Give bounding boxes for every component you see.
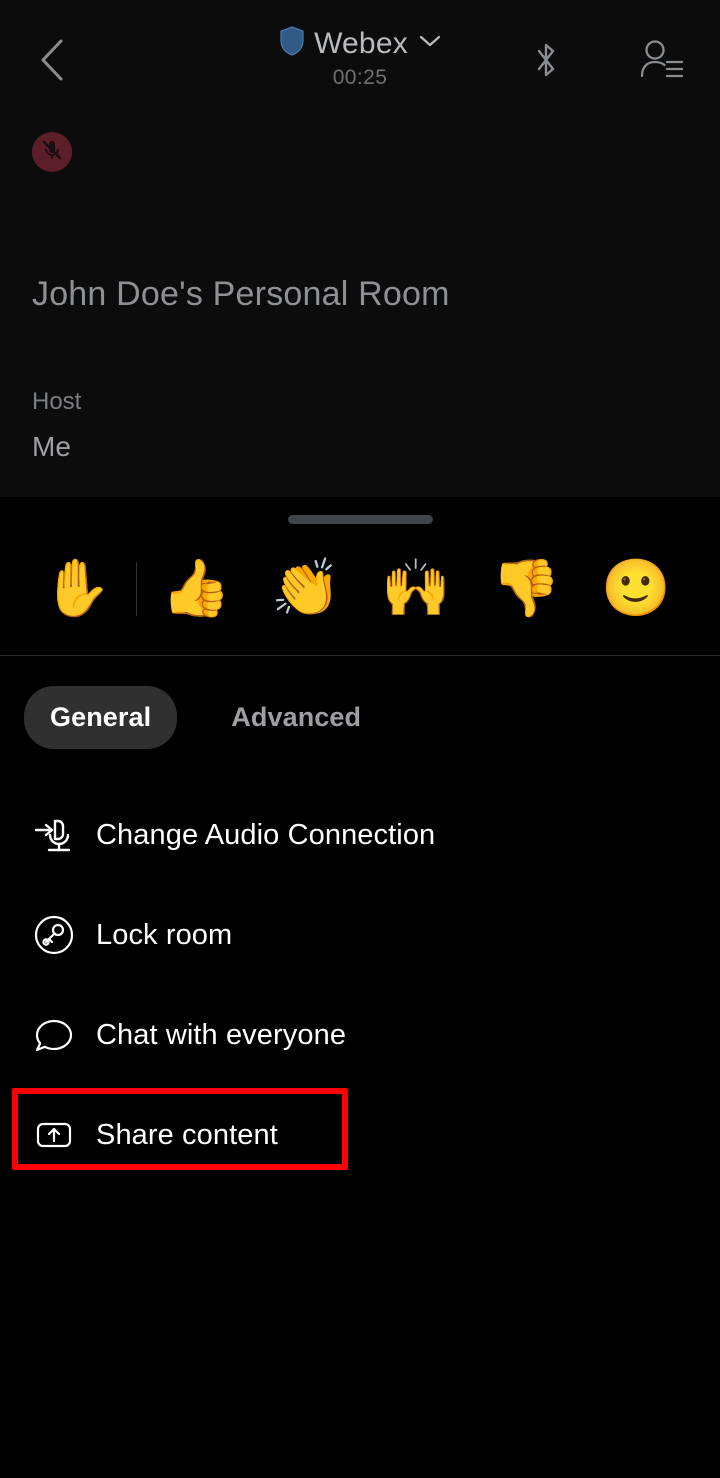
settings-tabs: General Advanced [0,656,720,749]
options-menu: Change Audio Connection Lock room Chat w… [0,785,720,1185]
reaction-smiley-face[interactable]: 🙂 [581,541,691,637]
menu-item-change-audio-connection[interactable]: Change Audio Connection [0,785,720,885]
bluetooth-icon [531,38,561,87]
app-title-row[interactable]: Webex [279,26,441,61]
reactions-divider [136,562,137,616]
shield-icon [279,26,305,61]
mute-status-badge [32,132,72,172]
video-stage: Webex 00:25 John Doe's Personal Room Hos… [0,0,720,497]
bottom-sheet: ✋ 👍 👏 🙌 👎 🙂 😂 General Advanced [0,497,720,1185]
room-title: John Doe's Personal Room [32,275,450,313]
menu-item-label: Chat with everyone [96,1018,347,1051]
tab-general[interactable]: General [24,686,178,749]
reaction-thumbs-up[interactable]: 👍 [141,541,251,637]
bluetooth-button[interactable] [522,38,570,86]
meeting-title-block: Webex 00:25 [0,26,720,90]
menu-item-label: Lock room [96,918,233,951]
reaction-raise-hand[interactable]: ✋ [22,541,132,637]
reaction-raising-hands[interactable]: 🙌 [361,541,471,637]
microphone-muted-icon [40,138,64,167]
key-circle-icon [28,909,80,961]
webex-meeting-screen: Webex 00:25 John Doe's Personal Room Hos… [0,0,720,1478]
app-title: Webex [314,26,408,60]
chat-bubble-icon [28,1009,80,1061]
top-bar: Webex 00:25 [0,0,720,118]
host-value: Me [32,431,71,462]
reaction-thumbs-down[interactable]: 👎 [471,541,581,637]
menu-item-lock-room[interactable]: Lock room [0,885,720,985]
participants-list-icon [639,38,685,87]
reactions-row[interactable]: ✋ 👍 👏 🙌 👎 🙂 😂 [0,541,720,637]
menu-item-chat-with-everyone[interactable]: Chat with everyone [0,985,720,1085]
menu-item-label: Change Audio Connection [96,818,436,851]
meeting-timer: 00:25 [332,66,388,89]
sheet-drag-handle[interactable] [287,515,433,524]
chevron-down-icon[interactable] [419,34,441,53]
host-label: Host [32,388,82,415]
reaction-laughing-face[interactable]: 😂 [691,541,720,637]
reaction-clapping-hands[interactable]: 👏 [251,541,361,637]
participants-button[interactable] [636,36,688,88]
menu-item-label: Share content [96,1118,278,1151]
tab-advanced[interactable]: Advanced [205,686,387,749]
share-content-icon [28,1109,80,1161]
microphone-arrow-icon [28,809,80,861]
menu-item-share-content[interactable]: Share content [0,1085,720,1185]
